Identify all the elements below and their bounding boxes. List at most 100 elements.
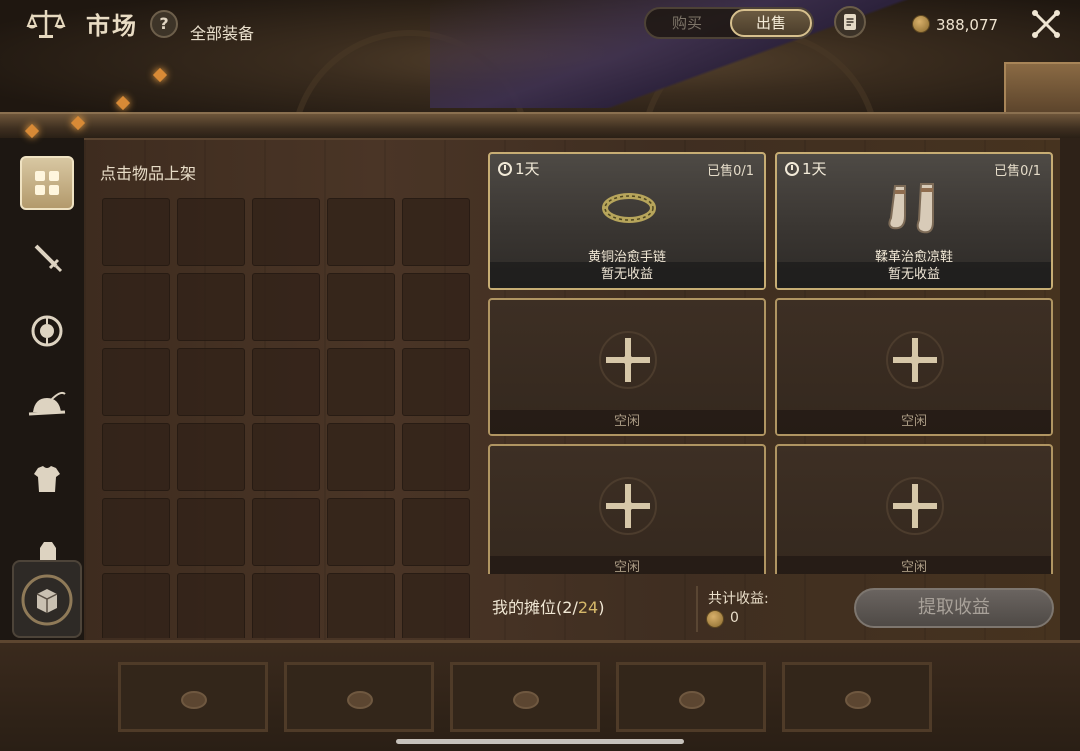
inventory-slot[interactable]	[327, 498, 395, 566]
sidebar-item-headgear[interactable]	[20, 378, 74, 432]
inventory-slot[interactable]	[402, 273, 470, 341]
inventory-slot[interactable]	[102, 498, 170, 566]
armor-icon	[34, 466, 60, 492]
stall-capacity: 我的摊位(2/24)	[492, 594, 604, 618]
inventory-slot[interactable]	[177, 573, 245, 638]
inventory-slot[interactable]	[177, 198, 245, 266]
close-button[interactable]	[1030, 8, 1062, 40]
page-title: 市场	[86, 11, 138, 40]
inventory-slot[interactable]	[252, 198, 320, 266]
sell-slot-list[interactable]: 1天 已售0/1 黄铜治愈手链 暂无收益 1天 已售0/1 鞣革治愈凉鞋 暂无收…	[488, 152, 1058, 574]
inventory-slot[interactable]	[327, 423, 395, 491]
storage-button[interactable]	[12, 560, 82, 638]
inventory-slot[interactable]	[327, 273, 395, 341]
slot-status: 空闲	[777, 556, 1051, 574]
sidebar-item-armor[interactable]	[20, 452, 74, 506]
document-icon	[844, 14, 856, 30]
inventory-slot[interactable]	[177, 273, 245, 341]
cabinet-drawer	[118, 662, 268, 732]
panel-rim	[1060, 138, 1080, 640]
slot-status: 空闲	[490, 556, 764, 574]
background-crate	[1004, 62, 1080, 114]
crate-icon	[21, 574, 73, 626]
sidebar-item-shields[interactable]	[20, 304, 74, 358]
inventory-slot[interactable]	[177, 423, 245, 491]
inventory-grid	[102, 198, 478, 638]
inventory-slot[interactable]	[102, 273, 170, 341]
inventory-slot[interactable]	[327, 198, 395, 266]
sell-slot-empty[interactable]: 空闲	[775, 298, 1053, 436]
stall-used: 2	[562, 598, 573, 617]
inventory-slot[interactable]	[402, 423, 470, 491]
sales-record-button[interactable]	[834, 6, 866, 38]
sidebar-item-weapons[interactable]	[20, 230, 74, 284]
stall-total: 24	[577, 598, 599, 617]
inventory-slot[interactable]	[102, 348, 170, 416]
inventory-slot[interactable]	[327, 348, 395, 416]
slot-income: 暂无收益	[490, 262, 764, 288]
cabinet-drawer	[450, 662, 600, 732]
slot-income: 暂无收益	[777, 262, 1051, 288]
inventory-slot[interactable]	[102, 573, 170, 638]
sell-slot[interactable]: 1天 已售0/1 鞣革治愈凉鞋 暂无收益	[775, 152, 1053, 290]
sidebar-item-all[interactable]	[20, 156, 74, 210]
inventory-slot[interactable]	[252, 273, 320, 341]
inventory-slot[interactable]	[102, 198, 170, 266]
stall-label-prefix: 我的摊位(	[492, 598, 563, 617]
close-icon	[1032, 10, 1060, 38]
sword-icon	[34, 244, 63, 273]
shelf-beam	[0, 112, 1080, 138]
inventory-slot[interactable]	[252, 498, 320, 566]
cabinet-drawer	[284, 662, 434, 732]
clock-icon	[785, 161, 799, 176]
sold-count: 已售0/1	[707, 164, 754, 179]
cabinet-drawer	[782, 662, 932, 732]
cabinet-drawer	[616, 662, 766, 732]
clock-icon	[498, 161, 512, 176]
add-item-icon	[599, 331, 657, 389]
total-income-value: 0	[730, 610, 739, 626]
inventory-slot[interactable]	[402, 498, 470, 566]
add-item-icon	[599, 477, 657, 535]
slot-status: 空闲	[777, 410, 1051, 434]
inventory-slot[interactable]	[402, 348, 470, 416]
currency-balance: 388,077	[936, 16, 999, 34]
inventory-slot[interactable]	[252, 423, 320, 491]
tab-sell[interactable]: 出售	[730, 9, 812, 37]
inventory-slot[interactable]	[102, 423, 170, 491]
total-income-label: 共计收益:	[708, 591, 769, 607]
inventory-slot[interactable]	[252, 348, 320, 416]
inventory-instruction: 点击物品上架	[100, 164, 197, 183]
bracelet-icon	[602, 193, 656, 223]
sell-slot[interactable]: 1天 已售0/1 黄铜治愈手链 暂无收益	[488, 152, 766, 290]
inventory-slot[interactable]	[402, 198, 470, 266]
hat-icon	[28, 391, 66, 416]
sell-slot-empty[interactable]: 空闲	[488, 444, 766, 574]
timer-label: 1天	[515, 160, 540, 178]
sandals-icon	[888, 183, 934, 234]
inventory-slot[interactable]	[402, 573, 470, 638]
timer-label: 1天	[802, 160, 827, 178]
add-item-icon	[886, 477, 944, 535]
listing-timer: 1天	[498, 158, 540, 179]
scales-icon	[26, 6, 66, 42]
coin-icon	[706, 610, 724, 628]
stall-label-suffix: )	[598, 598, 605, 617]
sell-slot-empty[interactable]: 空闲	[775, 444, 1053, 574]
home-indicator	[396, 739, 684, 744]
sell-slot-empty[interactable]: 空闲	[488, 298, 766, 436]
add-item-icon	[886, 331, 944, 389]
inventory-slot[interactable]	[177, 348, 245, 416]
claim-income-button[interactable]: 提取收益	[854, 588, 1054, 628]
help-button[interactable]: ?	[150, 10, 178, 38]
tab-buy[interactable]: 购买	[646, 9, 728, 37]
footer-divider	[696, 586, 698, 632]
inventory-slot[interactable]	[252, 573, 320, 638]
slot-status: 空闲	[490, 410, 764, 434]
inventory-slot[interactable]	[327, 573, 395, 638]
sold-count: 已售0/1	[994, 164, 1041, 179]
coin-icon	[912, 15, 930, 33]
category-subtitle: 全部装备	[190, 24, 255, 43]
listing-timer: 1天	[785, 158, 827, 179]
inventory-slot[interactable]	[177, 498, 245, 566]
